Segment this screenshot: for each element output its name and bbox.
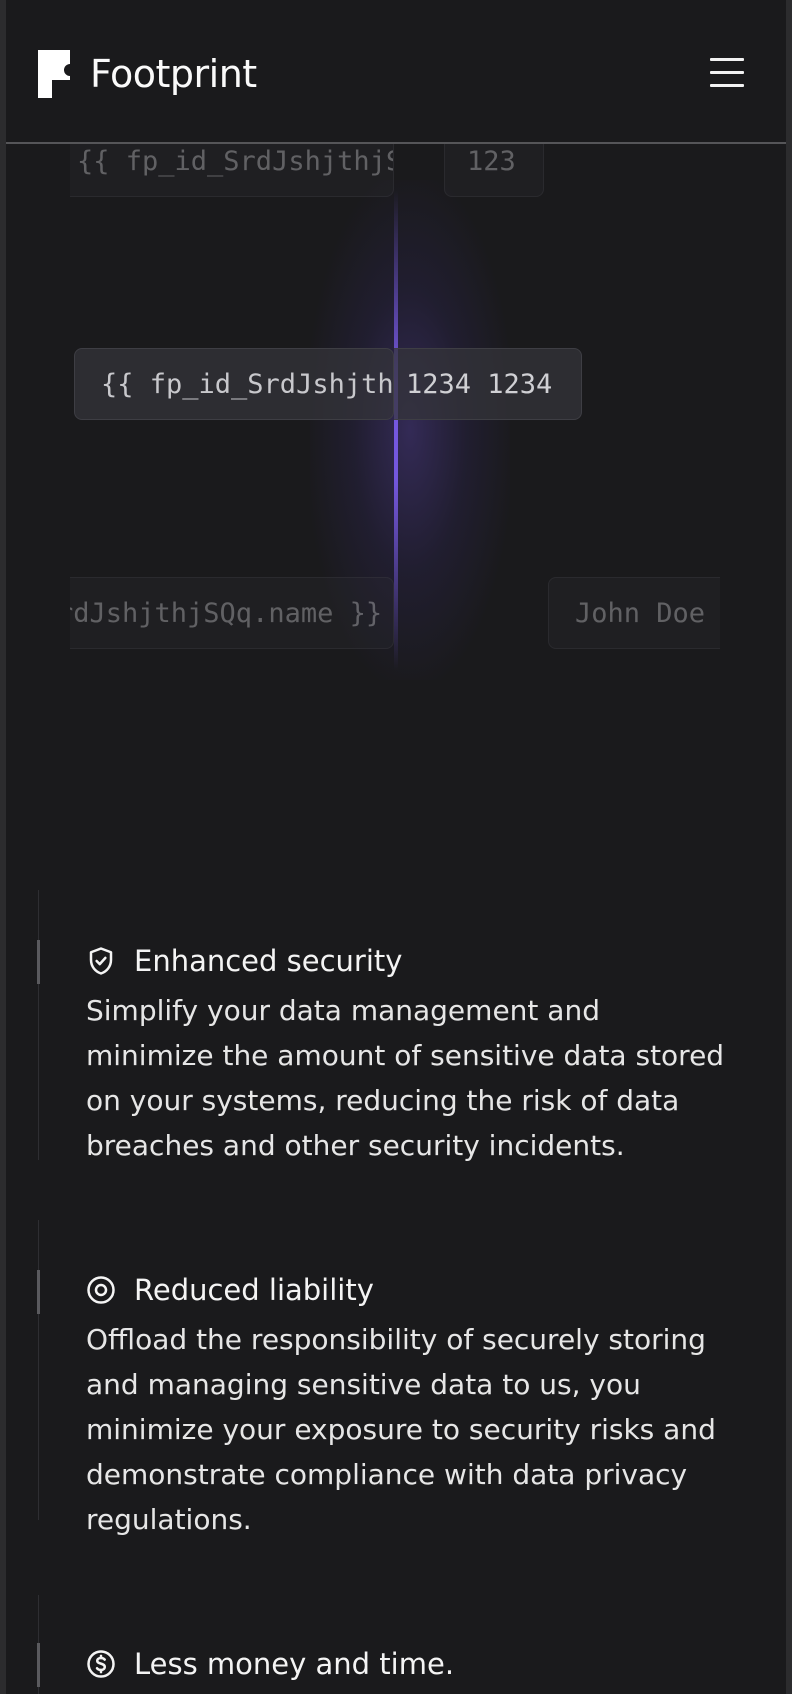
feature-title: Enhanced security	[86, 944, 726, 978]
value-chip-bottom-text: John Doe	[575, 597, 706, 629]
token-chip-top-text: {{ fp_id_SrdJshjthjSQq.	[77, 145, 393, 177]
feature-rail	[38, 890, 39, 1160]
feature-title-text: Reduced liability	[134, 1273, 374, 1307]
feature-less-money-time: Less money and time.	[86, 1647, 726, 1681]
footprint-logo-icon	[38, 50, 70, 98]
light-beam	[394, 190, 398, 670]
value-chip-middle-text: 1234 1234	[406, 368, 553, 400]
token-chip-bottom-text: rdJshjthjSQq.name }}	[70, 597, 383, 629]
feature-title: Reduced liability	[86, 1273, 726, 1307]
hamburger-menu-icon[interactable]	[710, 58, 744, 88]
site-header: Footprint	[6, 0, 786, 144]
value-chip-top-text: 123	[467, 145, 516, 177]
value-chip-middle: 1234 1234	[394, 348, 582, 420]
token-chip-middle: {{ fp_id_SrdJshjth	[74, 348, 394, 420]
feature-description: Offload the responsibility of securely s…	[86, 1323, 716, 1536]
eye-target-icon	[87, 1276, 115, 1304]
brand-name: Footprint	[90, 52, 257, 96]
feature-reduced-liability: Reduced liability Offload the responsibi…	[86, 1273, 726, 1542]
hero-illustration: {{ fp_id_SrdJshjthjSQq. 123 {{ fp_id_Srd…	[70, 100, 720, 680]
feature-title-text: Enhanced security	[134, 944, 403, 978]
feature-description: Simplify your data management and minimi…	[86, 994, 725, 1162]
token-chip-middle-text: {{ fp_id_SrdJshjth	[101, 368, 394, 400]
footprint-logo[interactable]: Footprint	[38, 50, 257, 98]
dollar-circle-icon	[87, 1650, 115, 1678]
shield-check-icon	[89, 947, 113, 975]
feature-rail-marker	[37, 1643, 40, 1687]
feature-rail	[38, 1220, 39, 1520]
value-chip-bottom: John Doe	[548, 577, 720, 649]
feature-title-text: Less money and time.	[134, 1647, 455, 1681]
feature-rail-marker	[37, 940, 40, 984]
feature-rail-marker	[37, 1270, 40, 1314]
feature-enhanced-security: Enhanced security Simplify your data man…	[86, 944, 726, 1168]
token-chip-bottom: rdJshjthjSQq.name }}	[70, 577, 394, 649]
feature-title: Less money and time.	[86, 1647, 726, 1681]
